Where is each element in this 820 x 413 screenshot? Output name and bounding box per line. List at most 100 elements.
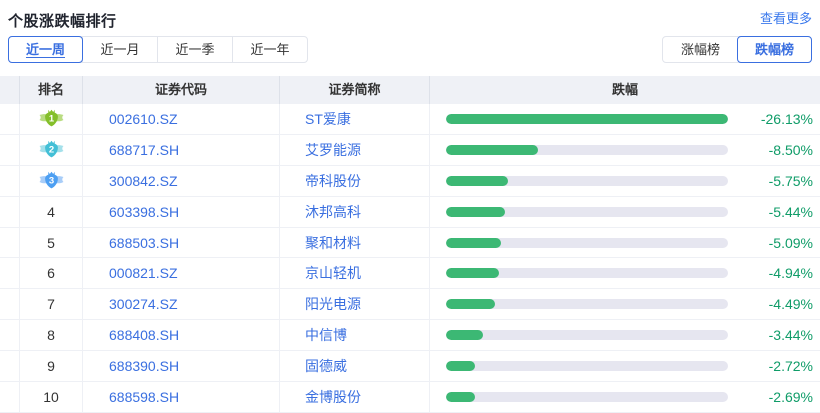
- period-tab-3[interactable]: 近一年: [232, 37, 307, 62]
- stock-name[interactable]: ST爱康: [280, 104, 430, 134]
- widget-header: 个股涨跌幅排行 查看更多: [0, 0, 820, 27]
- stock-name[interactable]: 中信博: [280, 320, 430, 350]
- change-bar-fill: [446, 299, 495, 309]
- rank-medal-icon: 1: [38, 109, 65, 129]
- stock-name[interactable]: 帝科股份: [280, 166, 430, 196]
- change-bar-track: [446, 392, 728, 402]
- change-bar-fill: [446, 330, 483, 340]
- period-tab-1[interactable]: 近一月: [82, 37, 157, 62]
- period-tab-2[interactable]: 近一季: [157, 37, 232, 62]
- period-tab-group: 近一周近一月近一季近一年: [8, 36, 308, 63]
- board-toggle-item-0[interactable]: 涨幅榜: [663, 37, 738, 62]
- table-row[interactable]: 4 603398.SH 沐邦高科 -5.44%: [0, 197, 820, 228]
- change-bar-fill: [446, 361, 475, 371]
- column-header-rank: 排名: [20, 76, 83, 104]
- svg-text:3: 3: [48, 175, 53, 186]
- change-value: -3.44%: [741, 327, 813, 343]
- table-row[interactable]: 5 688503.SH 聚和材料 -5.09%: [0, 228, 820, 259]
- table-row[interactable]: 1 002610.SZ ST爱康 -26.13%: [0, 104, 820, 135]
- stock-name[interactable]: 固德威: [280, 351, 430, 381]
- row-spacer: [0, 382, 20, 412]
- stock-name[interactable]: 艾罗能源: [280, 135, 430, 165]
- ranking-table: 排名 证券代码 证券简称 跌幅 1 002610.SZ ST爱康 -26.13%…: [0, 76, 820, 413]
- table-row[interactable]: 8 688408.SH 中信博 -3.44%: [0, 320, 820, 351]
- change-bar-fill: [446, 268, 499, 278]
- change-value: -5.44%: [741, 204, 813, 220]
- change-cell: -3.44%: [430, 320, 820, 350]
- row-spacer: [0, 289, 20, 319]
- controls-row: 近一周近一月近一季近一年 涨幅榜跌幅榜: [8, 36, 812, 63]
- table-row[interactable]: 9 688390.SH 固德威 -2.72%: [0, 351, 820, 382]
- row-spacer: [0, 258, 20, 288]
- change-value: -2.69%: [741, 389, 813, 405]
- change-bar-fill: [446, 176, 508, 186]
- column-header-name: 证券简称: [280, 76, 430, 104]
- rank-cell: 7: [20, 289, 83, 319]
- change-value: -4.94%: [741, 265, 813, 281]
- column-header-change: 跌幅: [430, 76, 820, 104]
- change-cell: -2.69%: [430, 382, 820, 412]
- table-row[interactable]: 6 000821.SZ 京山轻机 -4.94%: [0, 258, 820, 289]
- change-cell: -4.49%: [430, 289, 820, 319]
- change-bar-track: [446, 330, 728, 340]
- rank-cell: 2: [20, 135, 83, 165]
- stock-name[interactable]: 京山轻机: [280, 258, 430, 288]
- change-bar-track: [446, 145, 728, 155]
- change-cell: -5.09%: [430, 228, 820, 258]
- stock-code[interactable]: 688717.SH: [83, 135, 280, 165]
- change-cell: -8.50%: [430, 135, 820, 165]
- change-value: -4.49%: [741, 296, 813, 312]
- svg-text:2: 2: [48, 144, 53, 155]
- stock-code[interactable]: 688390.SH: [83, 351, 280, 381]
- table-row[interactable]: 3 300842.SZ 帝科股份 -5.75%: [0, 166, 820, 197]
- change-value: -5.09%: [741, 235, 813, 251]
- row-spacer: [0, 104, 20, 134]
- change-bar-track: [446, 176, 728, 186]
- rank-cell: 5: [20, 228, 83, 258]
- change-bar-fill: [446, 145, 538, 155]
- table-row[interactable]: 7 300274.SZ 阳光电源 -4.49%: [0, 289, 820, 320]
- change-bar-track: [446, 114, 728, 124]
- change-bar-fill: [446, 392, 475, 402]
- rank-medal-icon: 2: [38, 140, 65, 160]
- header-spacer: [0, 76, 20, 104]
- change-bar-track: [446, 207, 728, 217]
- table-row[interactable]: 10 688598.SH 金博股份 -2.69%: [0, 382, 820, 413]
- rank-cell: 1: [20, 104, 83, 134]
- stock-code[interactable]: 000821.SZ: [83, 258, 280, 288]
- row-spacer: [0, 228, 20, 258]
- stock-code[interactable]: 688503.SH: [83, 228, 280, 258]
- table-body: 1 002610.SZ ST爱康 -26.13% 2 688717.SH 艾罗能…: [0, 104, 820, 413]
- stock-code[interactable]: 688408.SH: [83, 320, 280, 350]
- stock-code[interactable]: 300274.SZ: [83, 289, 280, 319]
- stock-name[interactable]: 金博股份: [280, 382, 430, 412]
- stock-code[interactable]: 300842.SZ: [83, 166, 280, 196]
- stock-name[interactable]: 沐邦高科: [280, 197, 430, 227]
- stock-name[interactable]: 聚和材料: [280, 228, 430, 258]
- row-spacer: [0, 320, 20, 350]
- table-row[interactable]: 2 688717.SH 艾罗能源 -8.50%: [0, 135, 820, 166]
- view-more-link[interactable]: 查看更多: [760, 10, 812, 27]
- change-cell: -5.75%: [430, 166, 820, 196]
- board-toggle-item-1[interactable]: 跌幅榜: [737, 36, 812, 63]
- change-cell: -5.44%: [430, 197, 820, 227]
- change-bar-fill: [446, 207, 505, 217]
- board-toggle-group: 涨幅榜跌幅榜: [662, 36, 812, 63]
- stock-code[interactable]: 688598.SH: [83, 382, 280, 412]
- change-value: -5.75%: [741, 173, 813, 189]
- change-bar-fill: [446, 114, 728, 124]
- stock-name[interactable]: 阳光电源: [280, 289, 430, 319]
- row-spacer: [0, 135, 20, 165]
- rank-medal-icon: 3: [38, 171, 65, 191]
- svg-text:1: 1: [48, 113, 54, 124]
- page-title: 个股涨跌幅排行: [8, 10, 117, 31]
- stock-code[interactable]: 603398.SH: [83, 197, 280, 227]
- stock-code[interactable]: 002610.SZ: [83, 104, 280, 134]
- change-value: -8.50%: [741, 142, 813, 158]
- rank-cell: 9: [20, 351, 83, 381]
- rank-cell: 10: [20, 382, 83, 412]
- period-tab-0[interactable]: 近一周: [8, 36, 83, 63]
- change-value: -26.13%: [741, 111, 813, 127]
- rank-cell: 3: [20, 166, 83, 196]
- change-bar-track: [446, 361, 728, 371]
